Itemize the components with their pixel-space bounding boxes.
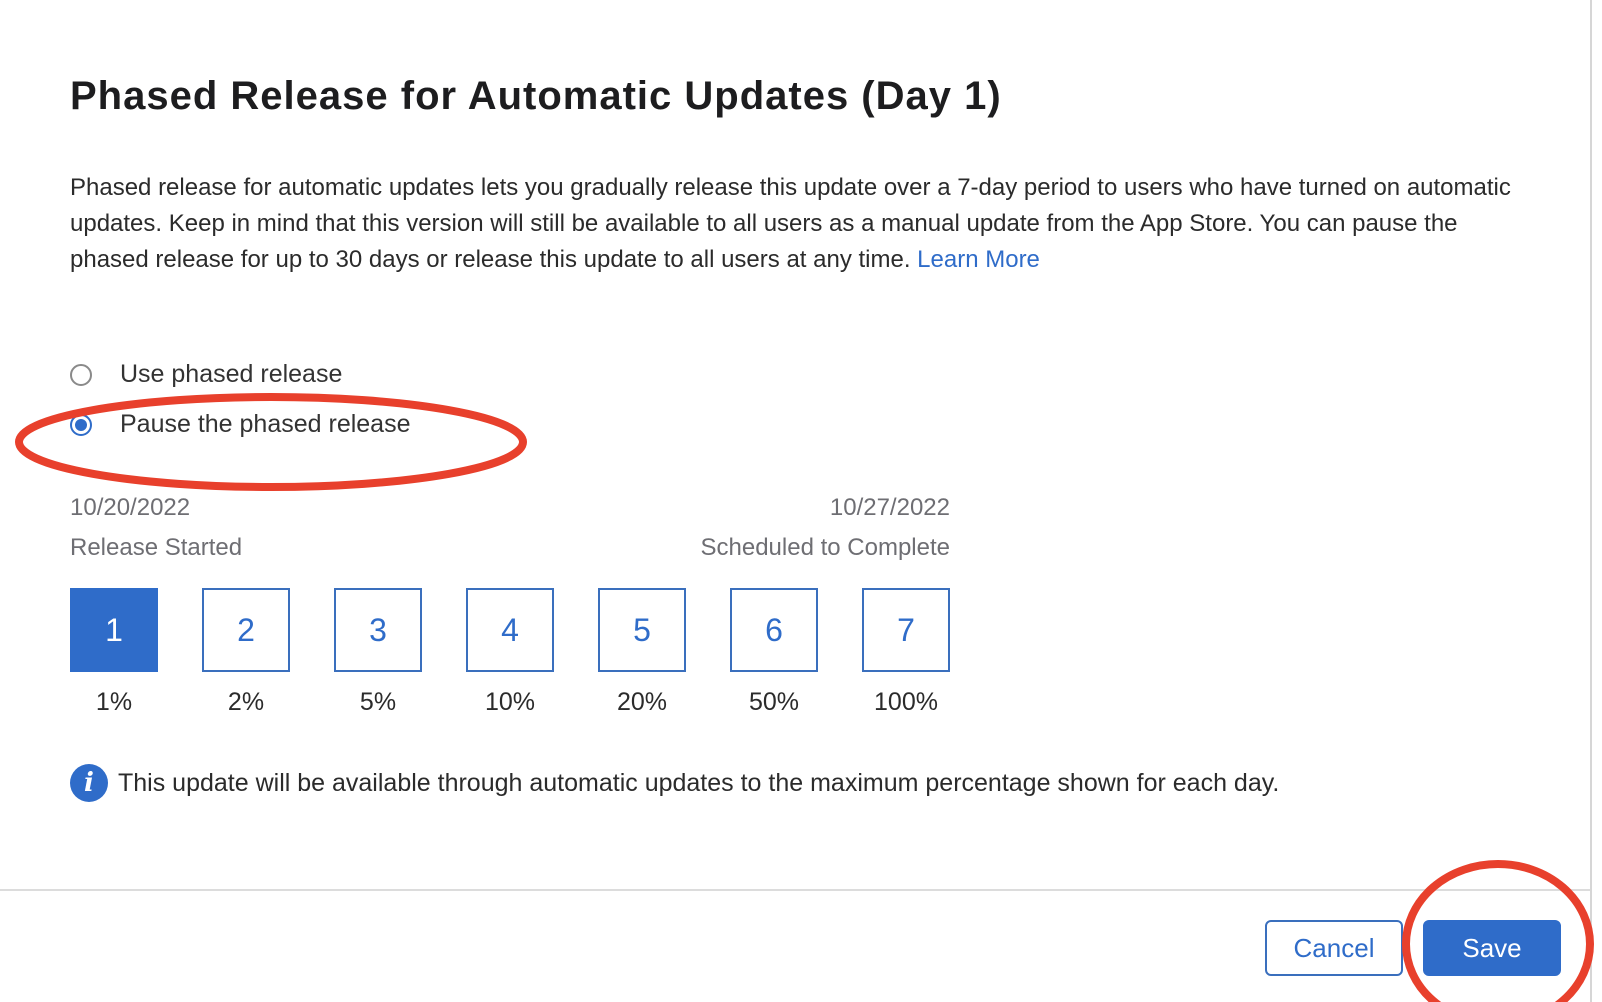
- day-step-number: 3: [334, 588, 422, 672]
- use-phased-release-label: Use phased release: [120, 360, 343, 388]
- day-step-percent: 5%: [359, 688, 397, 716]
- learn-more-link[interactable]: Learn More: [917, 246, 1040, 273]
- day-step: 5 20%: [598, 588, 686, 717]
- option-use-phased-release[interactable]: Use phased release: [70, 360, 342, 389]
- dialog-title: Phased Release for Automatic Updates (Da…: [70, 74, 1002, 118]
- release-start-date: 10/20/2022: [70, 494, 191, 521]
- day-step-number: 6: [730, 588, 818, 672]
- day-step: 3 5%: [334, 588, 422, 717]
- use-phased-release-radio[interactable]: [70, 363, 92, 386]
- release-end-date: 10/27/2022: [829, 494, 950, 521]
- release-start: 10/20/2022 Release Started: [70, 488, 242, 568]
- info-icon: i: [70, 764, 108, 802]
- pause-phased-release-label: Pause the phased release: [120, 410, 411, 438]
- cancel-button[interactable]: Cancel: [1265, 920, 1403, 976]
- day-steps: 1 1% 2 2% 3 5% 4 10% 5 20% 6 50% 7 100%: [70, 588, 950, 718]
- day-step-number: 1: [70, 588, 158, 672]
- day-step-percent: 50%: [748, 688, 800, 716]
- dialog-description: Phased release for automatic updates let…: [70, 170, 1540, 278]
- day-step: 2 2%: [202, 588, 290, 717]
- release-end: 10/27/2022 Scheduled to Complete: [600, 488, 951, 568]
- day-step: 4 10%: [466, 588, 554, 717]
- phased-release-dialog: Phased Release for Automatic Updates (Da…: [0, 0, 1602, 1002]
- dialog-right-edge: [1590, 0, 1592, 1002]
- day-step-number: 2: [202, 588, 290, 672]
- footer-divider: [0, 889, 1590, 891]
- save-button[interactable]: Save: [1423, 920, 1561, 976]
- day-step-percent: 20%: [616, 688, 668, 716]
- info-message: i This update will be available through …: [70, 764, 1279, 802]
- pause-phased-release-radio[interactable]: [70, 413, 92, 436]
- day-step-number: 4: [466, 588, 554, 672]
- release-end-label: Scheduled to Complete: [700, 534, 951, 561]
- day-step-percent: 10%: [484, 688, 536, 716]
- day-step: 6 50%: [730, 588, 818, 717]
- day-step-percent: 100%: [874, 688, 938, 716]
- day-step-percent: 1%: [95, 688, 133, 716]
- info-text: This update will be available through au…: [118, 768, 1280, 797]
- day-step: 7 100%: [862, 588, 950, 717]
- day-step-percent: 2%: [227, 688, 265, 716]
- day-step: 1 1%: [70, 588, 158, 717]
- day-step-number: 7: [862, 588, 950, 672]
- description-text: Phased release for automatic updates let…: [70, 174, 1511, 273]
- release-start-label: Release Started: [70, 534, 243, 561]
- day-step-number: 5: [598, 588, 686, 672]
- option-pause-phased-release[interactable]: Pause the phased release: [70, 410, 411, 439]
